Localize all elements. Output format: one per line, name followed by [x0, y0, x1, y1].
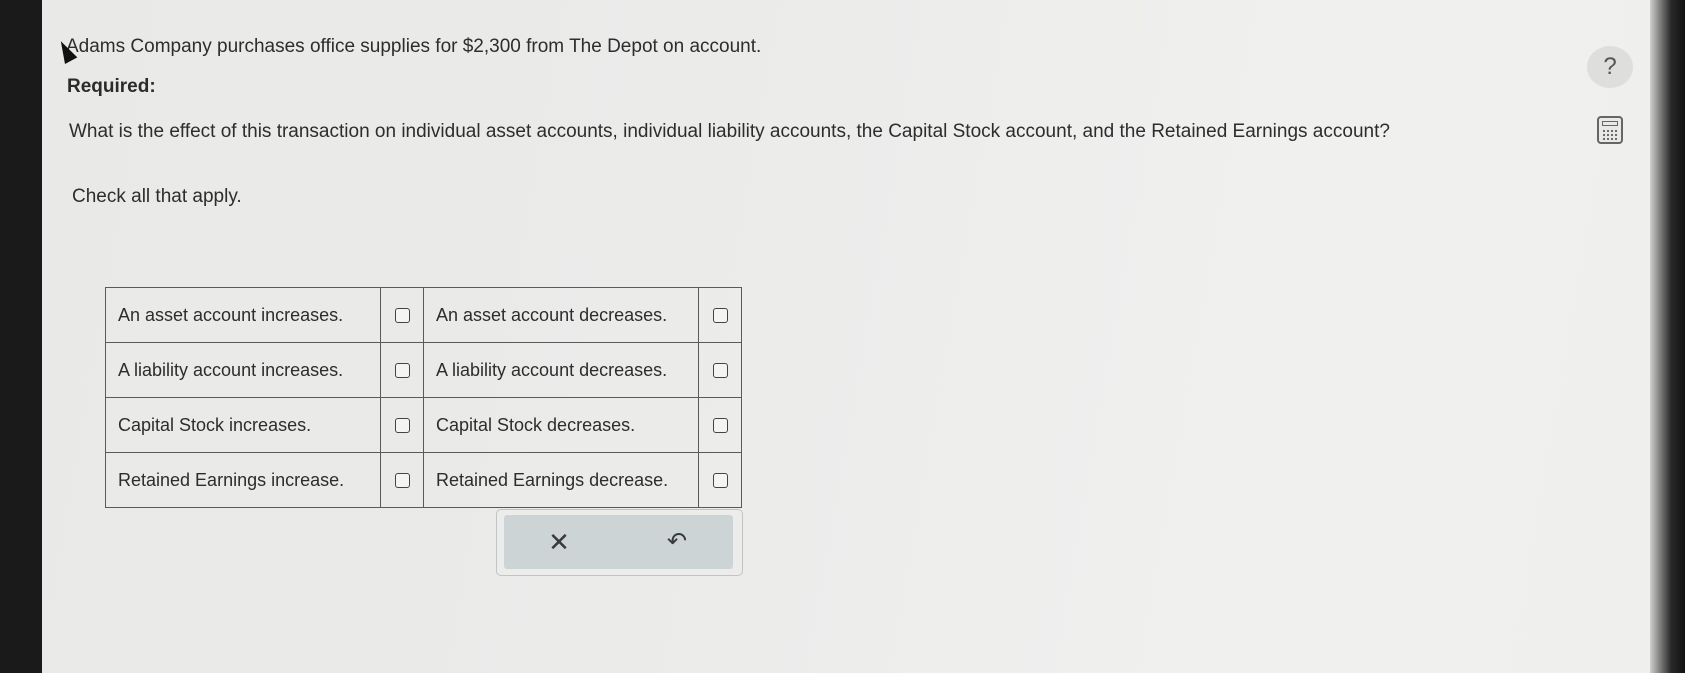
checkbox-liability-increases[interactable]: [394, 363, 410, 379]
table-row: A liability account increases. A liabili…: [105, 342, 742, 398]
checkbox-capital-stock-decreases[interactable]: [712, 418, 728, 434]
checkbox-retained-earnings-decrease[interactable]: [712, 473, 728, 489]
option-label: An asset account decreases.: [423, 287, 699, 343]
table-row: Capital Stock increases. Capital Stock d…: [105, 397, 742, 453]
calculator-keys: [1602, 129, 1618, 140]
options-table: An asset account increases. An asset acc…: [105, 287, 742, 508]
undo-icon[interactable]: ↶: [642, 515, 712, 569]
monitor-bezel: [1650, 0, 1685, 673]
option-label: Retained Earnings increase.: [105, 452, 381, 508]
checkbox-retained-earnings-increase[interactable]: [394, 473, 410, 489]
required-label: Required:: [67, 76, 156, 97]
calculator-icon[interactable]: [1597, 116, 1623, 144]
checkbox-asset-decreases[interactable]: [712, 308, 728, 324]
clear-icon[interactable]: ✕: [524, 515, 594, 569]
checkbox-asset-increases[interactable]: [394, 308, 410, 324]
table-row: An asset account increases. An asset acc…: [105, 287, 742, 343]
table-row: Retained Earnings increase. Retained Ear…: [105, 452, 742, 508]
option-cell: [698, 342, 742, 398]
option-cell: [380, 342, 424, 398]
option-cell: [380, 287, 424, 343]
option-label: A liability account increases.: [105, 342, 381, 398]
option-label: Capital Stock increases.: [105, 397, 381, 453]
option-cell: [698, 287, 742, 343]
help-button[interactable]: ?: [1587, 46, 1633, 88]
option-label: An asset account increases.: [105, 287, 381, 343]
action-bar-inner: ✕ ↶: [504, 515, 733, 569]
checkbox-liability-decreases[interactable]: [712, 363, 728, 379]
action-bar: ✕ ↶: [496, 509, 743, 576]
instruction-text: Check all that apply.: [72, 186, 242, 207]
option-label: Capital Stock decreases.: [423, 397, 699, 453]
option-cell: [698, 452, 742, 508]
option-cell: [698, 397, 742, 453]
problem-intro: Adams Company purchases office supplies …: [66, 36, 762, 57]
option-cell: [380, 397, 424, 453]
question-text: What is the effect of this transaction o…: [69, 121, 1390, 142]
option-cell: [380, 452, 424, 508]
calculator-screen: [1602, 121, 1618, 126]
option-label: Retained Earnings decrease.: [423, 452, 699, 508]
checkbox-capital-stock-increases[interactable]: [394, 418, 410, 434]
option-label: A liability account decreases.: [423, 342, 699, 398]
